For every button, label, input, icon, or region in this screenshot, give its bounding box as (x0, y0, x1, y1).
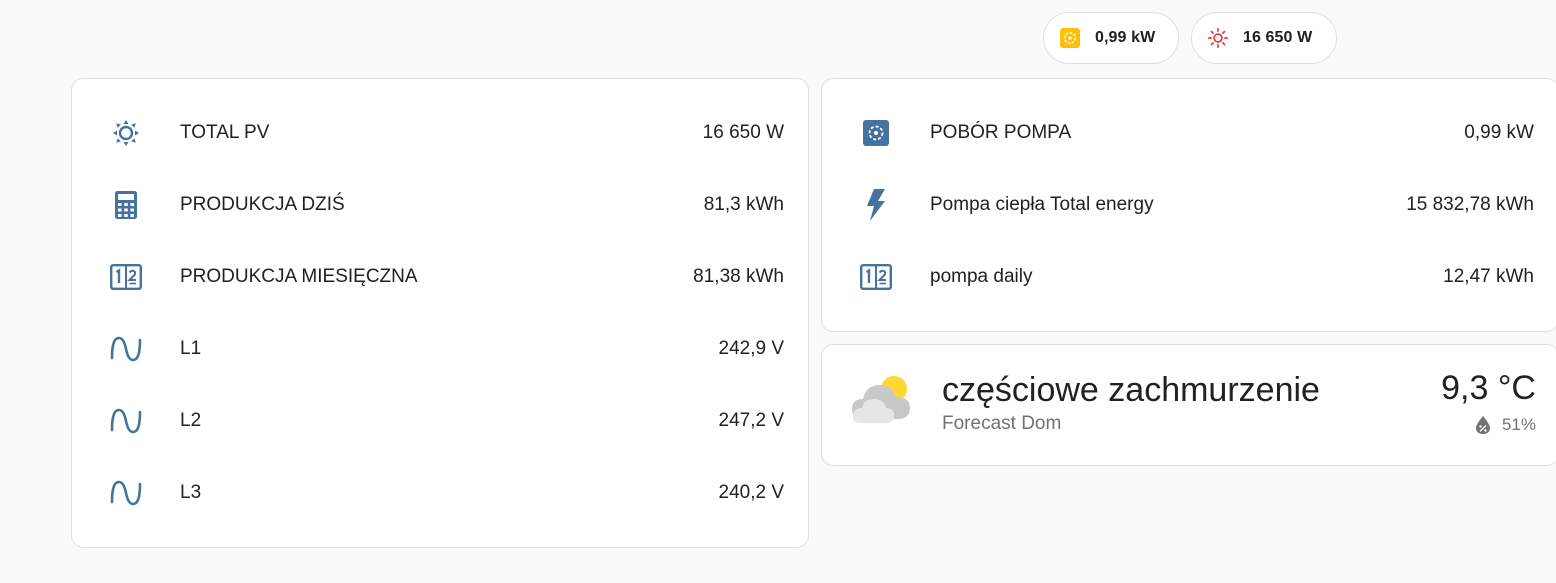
entity-value: 81,38 kWh (693, 266, 784, 287)
entity-label: TOTAL PV (180, 122, 270, 143)
entity-label: L3 (180, 482, 202, 503)
entity-value: 15 832,78 kWh (1406, 194, 1534, 215)
entity-row-total-pv[interactable]: TOTAL PV 16 650 W (72, 113, 808, 153)
heat-pump-icon (1059, 27, 1081, 49)
weather-humidity: 51% (1474, 415, 1536, 435)
entity-value: 16 650 W (702, 122, 784, 143)
flash-icon (858, 187, 894, 223)
weather-temperature: 9,3 °C (1441, 369, 1536, 407)
pv-entities-card: TOTAL PV 16 650 W PRODUKCJA DZIŚ 81,3 kW… (71, 78, 809, 548)
entity-label: PRODUKCJA MIESIĘCZNA (180, 266, 418, 287)
entity-value: 0,99 kW (1464, 122, 1534, 143)
entity-value: 242,9 V (718, 338, 785, 359)
calculator-icon (108, 187, 144, 223)
solar-power-icon (108, 115, 144, 151)
weather-humidity-value: 51% (1501, 415, 1536, 434)
entity-value: 12,47 kWh (1443, 266, 1534, 287)
solar-power-icon (1207, 27, 1229, 49)
entity-label: pompa daily (930, 266, 1033, 287)
entity-row-produkcja-miesieczna[interactable]: PRODUKCJA MIESIĘCZNA 81,38 kWh (72, 257, 808, 297)
heat-pump-icon (858, 115, 894, 151)
chip-value: 0,99 kW (1095, 29, 1156, 46)
entity-label: L1 (180, 338, 202, 359)
entity-label: POBÓR POMPA (930, 122, 1072, 143)
counter-icon (858, 259, 894, 295)
entity-label: PRODUKCJA DZIŚ (180, 194, 345, 215)
partly-cloudy-icon (850, 369, 914, 425)
entity-row-produkcja-dzis[interactable]: PRODUKCJA DZIŚ 81,3 kWh (72, 185, 808, 225)
weather-entity-name: Forecast Dom (942, 413, 1062, 434)
entity-value: 240,2 V (718, 482, 785, 503)
entity-label: Pompa ciepła Total energy (930, 194, 1154, 215)
entity-row-l2[interactable]: L2 247,2 V (72, 401, 808, 441)
entity-row-pobor-pompa[interactable]: POBÓR POMPA 0,99 kW (822, 113, 1556, 153)
sine-wave-icon (108, 475, 144, 511)
chip-heat-pump[interactable]: 0,99 kW (1043, 12, 1179, 64)
sine-wave-icon (108, 403, 144, 439)
water-percent-icon (1475, 416, 1490, 434)
weather-condition: częściowe zachmurzenie (942, 371, 1320, 409)
entity-row-pompa-total-energy[interactable]: Pompa ciepła Total energy 15 832,78 kWh (822, 185, 1556, 225)
heat-pump-entities-card: POBÓR POMPA 0,99 kW Pompa ciepła Total e… (821, 78, 1556, 332)
entity-value: 247,2 V (718, 410, 785, 431)
chip-value: 16 650 W (1243, 29, 1313, 46)
entity-row-l1[interactable]: L1 242,9 V (72, 329, 808, 369)
counter-icon (108, 259, 144, 295)
chip-solar-power[interactable]: 16 650 W (1191, 12, 1337, 64)
entity-row-pompa-daily[interactable]: pompa daily 12,47 kWh (822, 257, 1556, 297)
entity-label: L2 (180, 410, 202, 431)
entity-row-l3[interactable]: L3 240,2 V (72, 473, 808, 513)
entity-value: 81,3 kWh (703, 194, 784, 215)
weather-forecast-card[interactable]: częściowe zachmurzenie Forecast Dom 9,3 … (821, 344, 1556, 466)
sine-wave-icon (108, 331, 144, 367)
